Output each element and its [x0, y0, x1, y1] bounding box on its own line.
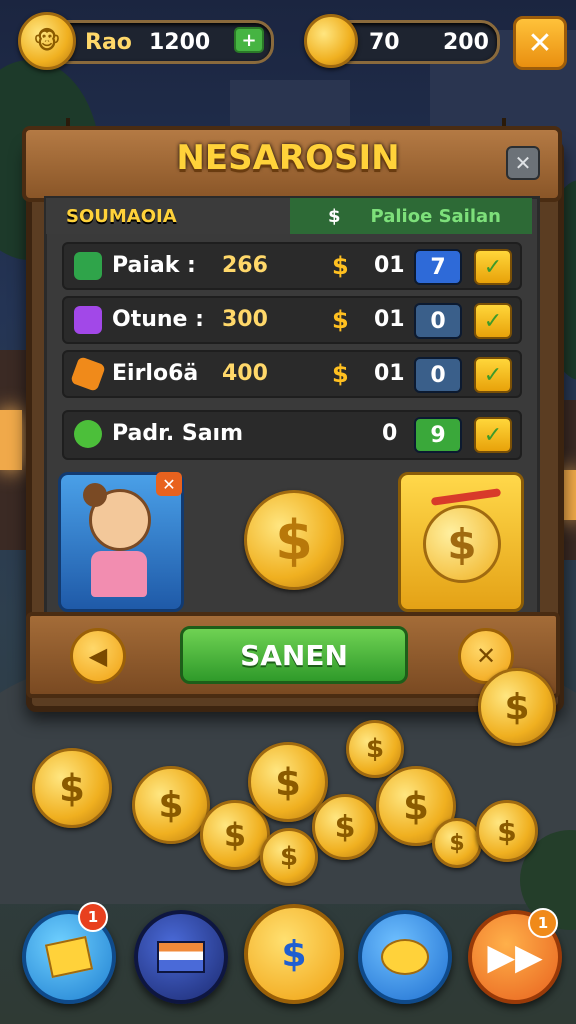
gold-coin-icon: $ — [312, 794, 378, 860]
nav-wallet-button[interactable] — [134, 910, 228, 1004]
dollar-icon: $ — [332, 306, 349, 334]
summary-label: Padr. Saım — [112, 421, 244, 446]
item-amount: 300 — [222, 307, 268, 332]
item-row[interactable]: Paiak : 266 $ 01 7 ✓ — [62, 242, 522, 290]
sub-header-right-label: Palioe Sailan — [370, 205, 501, 227]
gold-coin-icon: $ — [346, 720, 404, 778]
hair-bun-icon — [83, 483, 107, 507]
nav-shop-button[interactable]: $ — [244, 904, 344, 1004]
chat-bubble-icon — [381, 939, 429, 975]
check-icon[interactable]: ✓ — [474, 357, 512, 393]
money-bag-icon: $ — [423, 505, 501, 583]
hud-left-label: Rao — [85, 29, 132, 55]
previous-button[interactable]: ◀ — [70, 628, 126, 684]
dollar-icon: $ — [281, 933, 307, 975]
item-qty: 01 — [374, 361, 405, 386]
summary-count-box[interactable]: 9 — [414, 417, 462, 453]
monkey-avatar-icon: 🐵 — [18, 12, 76, 70]
gold-coin-icon: $ — [260, 828, 318, 886]
item-amount: 400 — [222, 361, 268, 386]
item-row[interactable]: Eirlo6ä 400 $ 01 0 ✓ — [62, 350, 522, 398]
count-box[interactable]: 7 — [414, 249, 462, 285]
gold-coin-icon: $ — [476, 800, 538, 862]
horn-icon — [70, 356, 106, 392]
item-amount: 266 — [222, 253, 268, 278]
confirm-button[interactable]: SANEN — [180, 626, 408, 684]
notification-badge: 1 — [78, 902, 108, 932]
crystal-icon — [74, 306, 102, 334]
arrow-icon — [430, 488, 502, 506]
shield-icon — [74, 420, 102, 448]
item-label: Eirlo6ä — [112, 361, 199, 386]
skip-icon: ▶▶ — [487, 936, 543, 978]
item-qty: 01 — [374, 307, 405, 332]
check-icon[interactable]: ✓ — [474, 249, 512, 285]
dollar-icon: $ — [332, 360, 349, 388]
check-icon[interactable]: ✓ — [474, 303, 512, 339]
big-coin-icon: $ — [244, 490, 344, 590]
panel-close-button[interactable]: ✕ — [506, 146, 540, 180]
cards-icon — [44, 936, 94, 978]
panel-title: NESAROSIN — [176, 138, 400, 178]
hud-right-value: 200 — [443, 29, 489, 55]
summary-qty: 0 — [382, 421, 398, 446]
gold-coin-icon — [304, 14, 358, 68]
item-label: Paiak : — [112, 253, 196, 278]
gem-icon — [74, 252, 102, 280]
window-glow — [0, 410, 22, 470]
close-game-button[interactable]: ✕ — [513, 16, 567, 70]
hud-right-label: 70 — [369, 29, 400, 55]
gold-coin-icon: $ — [478, 668, 556, 746]
add-currency-button[interactable]: + — [234, 27, 264, 53]
check-icon[interactable]: ✓ — [474, 417, 512, 453]
sub-header-left: SOUMAOIA — [46, 198, 290, 234]
sub-header-symbol: $ — [328, 205, 341, 227]
summary-row[interactable]: Padr. Saım 0 9 ✓ — [62, 410, 522, 460]
notification-badge: 1 — [528, 908, 558, 938]
item-qty: 01 — [374, 253, 405, 278]
item-row[interactable]: Otune : 300 $ 01 0 ✓ — [62, 296, 522, 344]
gold-coin-icon: $ — [432, 818, 482, 868]
nav-chat-button[interactable] — [358, 910, 452, 1004]
count-box[interactable]: 0 — [414, 303, 462, 339]
dollar-icon: $ — [332, 252, 349, 280]
reward-card[interactable]: $ — [398, 472, 524, 612]
gold-coin-icon: $ — [32, 748, 112, 828]
hud-left-value: 1200 — [149, 29, 211, 55]
character-body-icon — [91, 551, 147, 597]
sub-header-right: $ Palioe Sailan — [290, 198, 532, 234]
gold-coin-icon: $ — [132, 766, 210, 844]
card-close-icon[interactable]: ✕ — [156, 472, 182, 496]
wallet-icon — [157, 941, 205, 973]
item-label: Otune : — [112, 307, 204, 332]
count-box[interactable]: 0 — [414, 357, 462, 393]
